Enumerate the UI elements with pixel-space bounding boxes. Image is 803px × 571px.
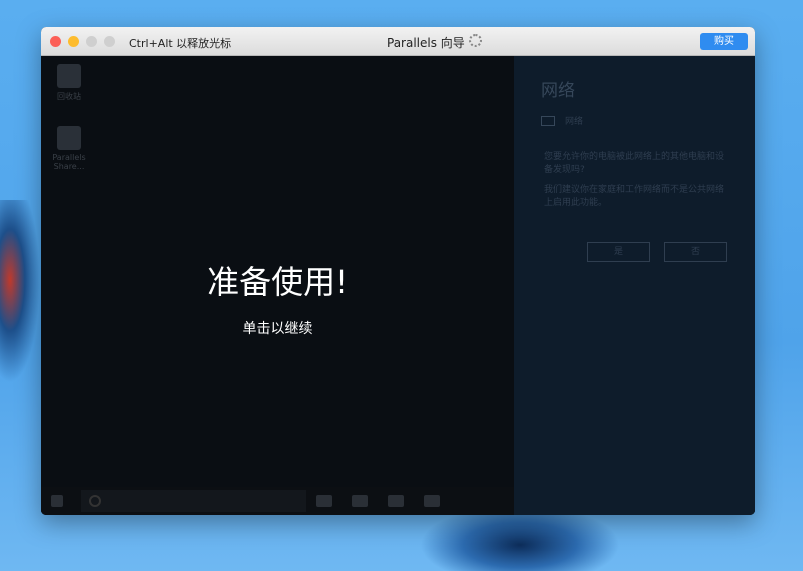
taskbar: [41, 487, 514, 515]
network-panel: 网络 网络 您要允许你的电脑被此网络上的其他电脑和设备发现吗? 我们建议你在家庭…: [514, 56, 755, 515]
no-button[interactable]: 否: [664, 242, 727, 262]
network-question: 您要允许你的电脑被此网络上的其他电脑和设备发现吗?: [544, 152, 725, 175]
zoom-button[interactable]: [86, 36, 97, 47]
parallels-window: Ctrl+Alt 以释放光标 Parallels 向导 购买 回收站 Paral…: [41, 27, 755, 515]
ready-heading: 准备使用!: [207, 263, 348, 301]
windows-start-icon[interactable]: [51, 495, 63, 507]
close-button[interactable]: [50, 36, 61, 47]
title-bar: Ctrl+Alt 以释放光标 Parallels 向导 购买: [41, 27, 755, 56]
desktop-icon-recycle-bin[interactable]: 回收站: [49, 64, 89, 102]
network-icon: [541, 115, 555, 126]
window-title: Parallels 向导: [387, 36, 465, 50]
wallpaper-splash: [0, 200, 45, 400]
task-view-icon[interactable]: [316, 495, 332, 507]
file-explorer-icon[interactable]: [388, 495, 404, 507]
network-recommendation: 我们建议你在家庭和工作网络而不是公共网络上启用此功能。: [544, 185, 725, 208]
fullscreen-button[interactable]: [104, 36, 115, 47]
edge-icon[interactable]: [352, 495, 368, 507]
folder-icon: [57, 126, 81, 150]
desktop-icon-parallels-share[interactable]: Parallels Share...: [49, 126, 89, 171]
cortana-search-box[interactable]: [81, 490, 306, 512]
loading-spinner-icon: [469, 34, 482, 47]
click-to-continue[interactable]: 单击以继续: [41, 318, 514, 338]
desktop-icon-label: Parallels Share...: [52, 153, 86, 171]
store-icon[interactable]: [424, 495, 440, 507]
yes-button[interactable]: 是: [587, 242, 650, 262]
buy-button[interactable]: 购买: [700, 33, 748, 50]
network-name: 网络: [565, 117, 584, 127]
desktop-icon-label: 回收站: [57, 92, 81, 101]
network-panel-title: 网络: [541, 81, 575, 101]
vm-screen[interactable]: 回收站 Parallels Share... 准备使用! 单击以继续 网络 网络…: [41, 56, 755, 515]
mouse-release-hint: Ctrl+Alt 以释放光标: [129, 37, 232, 50]
recycle-bin-icon: [57, 64, 81, 88]
cortana-icon: [89, 495, 101, 507]
minimize-button[interactable]: [68, 36, 79, 47]
